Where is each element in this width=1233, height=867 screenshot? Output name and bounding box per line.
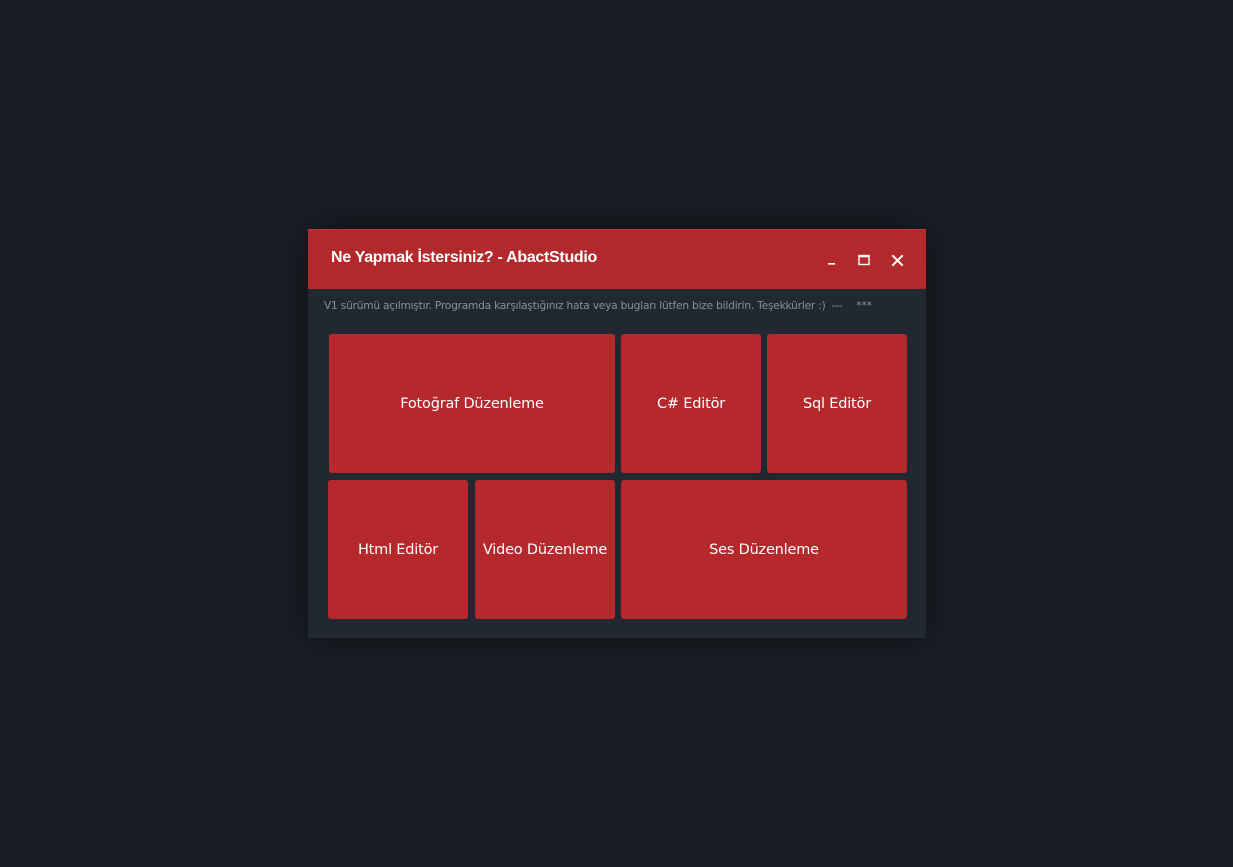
window-title: Ne Yapmak İstersiniz? - AbactStudio — [331, 249, 598, 266]
notice-stars: *** — [856, 300, 872, 312]
notice-text: V1 sürümü açılmıştır. Programda karşılaş… — [324, 300, 826, 312]
app-window: Ne Yapmak İstersiniz? - AbactStudio V1 s… — [308, 229, 926, 638]
close-button[interactable] — [885, 248, 909, 272]
title-bar[interactable]: Ne Yapmak İstersiniz? - AbactStudio — [308, 229, 926, 289]
minimize-icon — [826, 254, 838, 266]
maximize-icon — [858, 254, 870, 266]
maximize-button[interactable] — [852, 248, 876, 272]
close-icon — [891, 254, 904, 267]
csharp-editor-button[interactable]: C# Editör — [621, 334, 761, 473]
audio-editing-button[interactable]: Ses Düzenleme — [621, 480, 907, 619]
photo-editing-button[interactable]: Fotoğraf Düzenleme — [329, 334, 615, 473]
version-notice: V1 sürümü açılmıştır. Programda karşılaş… — [324, 300, 872, 312]
sql-editor-button[interactable]: Sql Editör — [767, 334, 907, 473]
notice-separator: --- — [831, 300, 843, 312]
minimize-button[interactable] — [820, 248, 844, 272]
video-editing-button[interactable]: Video Düzenleme — [475, 480, 615, 619]
html-editor-button[interactable]: Html Editör — [328, 480, 468, 619]
